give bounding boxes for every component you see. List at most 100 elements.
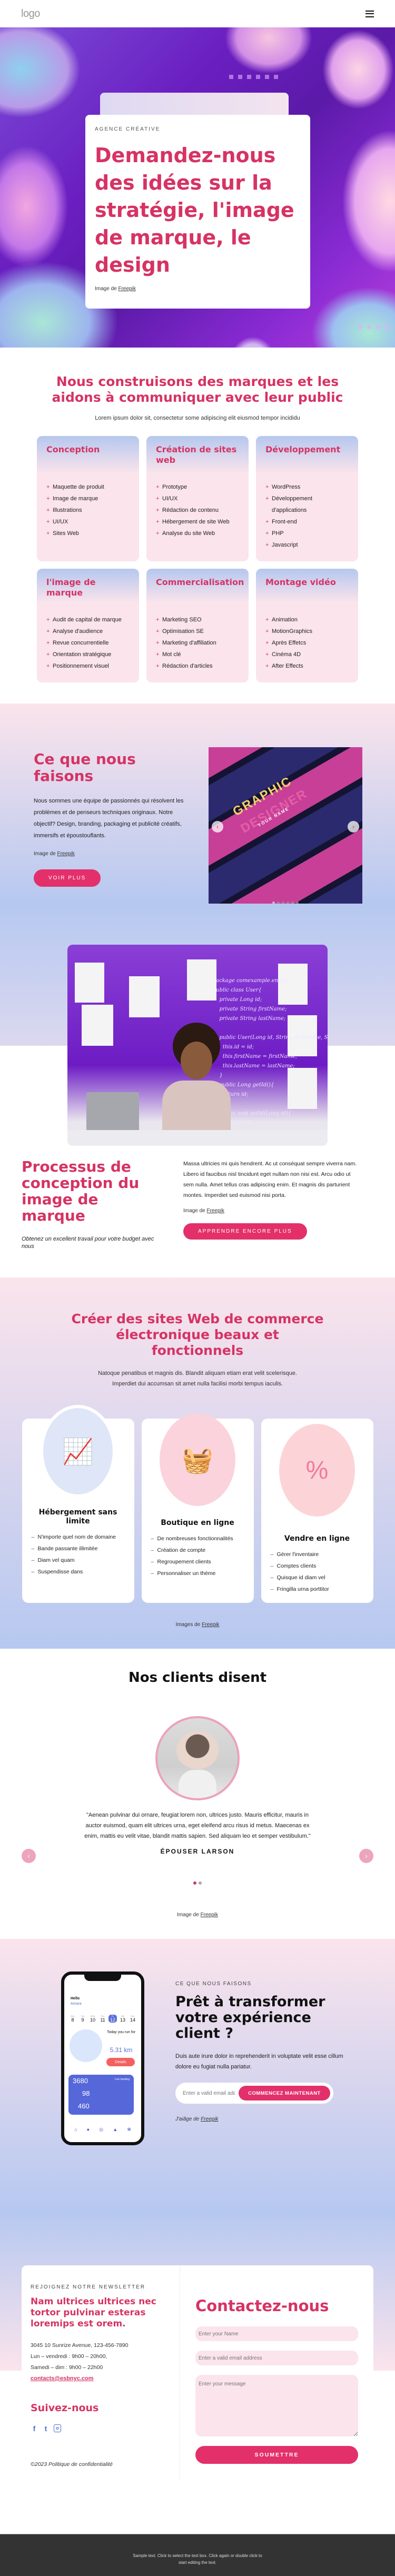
ecommerce-card: 📈 Hébergement sans limite N'importe quel n… [22,1405,134,1603]
contact-email-link[interactable]: contacts@esbnyc.com [31,2375,94,2382]
service-list: Audit de capital de marqueAnalyse d'audi… [46,614,130,672]
phone-stats-card: Live tracking 3680 98 460 [68,2075,134,2115]
feature-list: N'importe quel nom de domaineBande passa… [22,1531,134,1578]
subtitle-line: Natoque penatibus et magnis dis. Blandit… [98,1370,297,1376]
phone-steps: 3680 [73,2077,88,2085]
day-number: 11 [100,2017,105,2023]
contact-section: REJOIGNEZ NOTRE NEWSLETTER Nam ultrices … [0,2213,395,2480]
image-credit: Image de Freepik [95,286,301,292]
service-list-item: Javascript [265,539,349,551]
shopping-basket-icon: 🧺 [160,1413,235,1506]
freepik-link[interactable]: Freepik [201,2116,218,2122]
freepik-link[interactable]: Freepik [202,1622,219,1628]
ecommerce-section: Créer des sites Web de commerce électron… [0,1277,395,1649]
feature-list-item: N'importe quel nom de domaine [32,1531,125,1543]
image-slider[interactable]: GRAPHIC DESIGNER YOUR NAME ‹ › [209,747,362,908]
phone-bpm: 98 [82,2089,90,2097]
service-list-item: Hébergement de site Web [156,516,239,528]
service-card-title: Développement [265,444,341,454]
service-card: Commercialisation Marketing SEOOptimisati… [146,569,249,682]
voir-plus-button[interactable]: VOIR PLUS [34,869,101,887]
ecommerce-card-title: Boutique en ligne [161,1519,234,1527]
gear-icon: ✻ [127,2127,131,2132]
feature-list-item: Suspendisse dans [32,1566,125,1578]
transform-title: Prêt à transformer votre expérience clie… [175,1994,325,2042]
slider-next-button[interactable]: › [348,821,359,833]
hero-card: AGENCE CRÉATIVE Demandez-nous des idées … [85,115,310,309]
runner-illustration [70,2029,102,2062]
process-title: Processus de conception du image de marq… [22,1158,140,1224]
logo[interactable]: logo [21,8,40,20]
testimonial-dots [0,1881,395,1885]
day-number: 14 [130,2017,135,2023]
freepik-link[interactable]: Freepik [118,286,135,292]
service-list: Marketing SEOOptimisation SEMarketing d'… [156,614,239,672]
testimonials-section: Nos clients disent ‹ › "Aenean pulvinar … [0,1649,395,1939]
name-field[interactable] [195,2326,358,2341]
ecommerce-subtitle: Natoque penatibus et magnis dis. Blandit… [0,1368,395,1389]
submit-button[interactable]: SOUMETTRE [195,2446,358,2464]
hamburger-icon[interactable] [366,10,374,17]
newsletter-column: REJOIGNEZ NOTRE NEWSLETTER Nam ultrices … [22,2265,180,2480]
phone-calories: 460 [78,2102,90,2110]
ecommerce-card-title: Vendre en ligne [284,1534,350,1543]
learn-more-button[interactable]: APPRENDRE ENCORE PLUS [183,1223,307,1240]
service-list-item: Prototype [156,481,239,493]
feature-list-item: Regroupement clients [151,1556,244,1568]
service-list-item: Rédaction de contenu [156,504,239,516]
service-list-item: MotionGraphics [265,626,349,637]
message-field[interactable] [195,2375,358,2436]
calendar-day: Sun 14 [129,2015,137,2023]
hero-section: AGENCE CRÉATIVE Demandez-nous des idées … [0,27,395,348]
service-list-item: Animation [265,614,349,626]
feature-list: Gérer l'inventaireComptes clientsQuisque… [261,1549,373,1595]
facebook-icon[interactable]: f [31,2424,38,2433]
desk [67,1130,328,1146]
testimonial-next-button[interactable]: › [359,1849,373,1863]
laptop [86,1092,139,1134]
calendar-day: Sat 13 [118,2015,127,2023]
paper-note [129,976,160,1017]
freepik-link[interactable]: Freepik [57,851,74,857]
day-number: 13 [120,2017,125,2023]
discount-coupon-icon-glyph: % [305,1456,329,1484]
instagram-icon[interactable]: o [54,2424,61,2432]
slider-prev-button[interactable]: ‹ [212,821,223,833]
signup-email-input[interactable] [183,2090,235,2096]
phone-distance: 5.31 km [110,2046,133,2054]
credit-prefix: Image de [95,286,118,292]
freepik-link[interactable]: Freepik [201,1912,218,1918]
hours-weekend: Samedi – dim : 9h00 – 22h00 [31,2364,103,2371]
credit-prefix: Images de [175,1622,202,1628]
hours-week: Lun – vendredi : 9h00 – 20h00, [31,2353,107,2360]
developer-photo: ackage comexample.entity; ublic class Us… [67,945,328,1146]
paper-note [75,963,104,1003]
testimonial-prev-button[interactable]: ‹ [22,1849,36,1863]
freepik-link[interactable]: Freepik [206,1208,224,1214]
service-list-item: Maquette de produit [46,481,130,493]
service-list-item: Image de marque [46,493,130,504]
testimonial-dot[interactable] [193,1881,196,1885]
service-list-item: WordPress [265,481,349,493]
service-list-item: Orientation stratégique [46,649,130,660]
service-card-title: Conception [46,444,100,454]
copyright[interactable]: ©2023 Politique de confidentialité [31,2461,171,2468]
service-list-item: Marketing SEO [156,614,239,626]
testimonials-title: Nos clients disent [128,1670,267,1686]
phone-nav: ⌂ ● ◎ ▲ ✻ [70,2127,136,2133]
ecommerce-card-title: Hébergement sans limite [38,1508,117,1525]
hero-eyebrow: AGENCE CRÉATIVE [95,126,161,132]
twitter-icon[interactable]: t [42,2424,50,2433]
service-card-title: Montage vidéo [265,577,336,587]
testimonial-dot[interactable] [199,1881,202,1885]
image-credit: J'aiâge de Freepik [175,2116,349,2122]
email-field[interactable] [195,2351,358,2365]
phone-mockup: Hello Amara Mon 8 Tue 9 Wed 10 Thu 11 Fri 12 Sat 13… [61,1971,144,2145]
contact-info: 3045 10 Sunrize Avenue, 123-456-7890 Lun… [31,2340,171,2384]
start-now-button[interactable]: COMMENCEZ MAINTENANT [239,2086,330,2101]
contact-form: Contactez-nous SOUMETTRE [180,2265,373,2480]
phone-details-button: Details [106,2058,135,2066]
footer: Sample text. Click to select the text bo… [0,2534,395,2576]
day-number: 10 [90,2017,95,2023]
service-card: Création de sites web PrototypeUI/UXRédac… [146,436,249,561]
